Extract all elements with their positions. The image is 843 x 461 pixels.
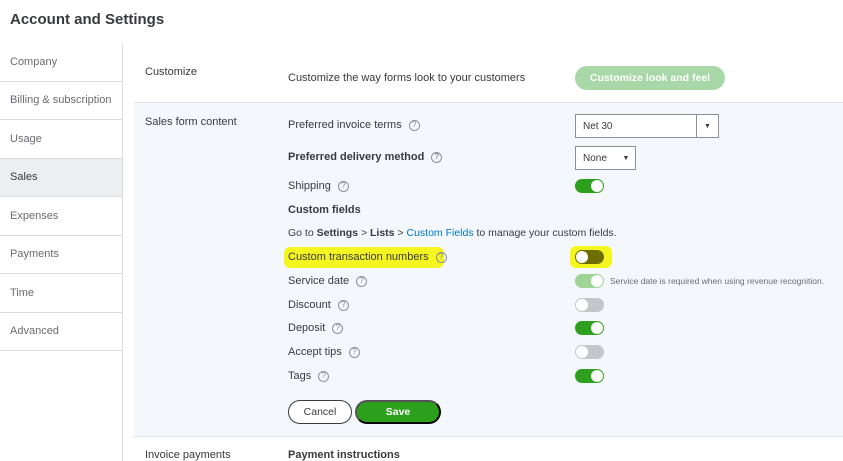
accept-tips-toggle[interactable] (575, 345, 604, 359)
custom-fields-heading: Custom fields (288, 204, 361, 216)
custom-fields-separator: > (358, 227, 370, 239)
help-icon[interactable]: ? (435, 251, 447, 263)
service-date-hint: Service date is required when using reve… (610, 276, 825, 286)
preferred-delivery-method-select[interactable]: None ▼ (575, 146, 636, 170)
custom-fields-link[interactable]: Custom Fields (406, 227, 473, 239)
help-icon[interactable]: ? (408, 119, 420, 131)
preferred-delivery-method-label: Preferred delivery method (288, 151, 425, 163)
sidebar-item-usage[interactable]: Usage (0, 120, 122, 159)
invoice-payments-section[interactable]: Invoice payments Payment instructions (134, 437, 843, 461)
help-icon[interactable]: ? (332, 322, 344, 334)
preferred-invoice-terms-value: Net 30 (583, 120, 613, 132)
deposit-label: Deposit (288, 322, 326, 334)
custom-fields-instructions: Go to Settings > Lists > Custom Fields t… (288, 227, 617, 239)
help-icon[interactable]: ? (337, 180, 349, 192)
preferred-delivery-method-value: None (583, 152, 607, 164)
cancel-button[interactable]: Cancel (288, 400, 352, 424)
toggle-knob (576, 299, 588, 311)
accept-tips-row: Accept tips ? (288, 346, 360, 358)
chevron-down-icon[interactable]: ▼ (617, 147, 635, 169)
custom-fields-text-prefix: Go to (288, 227, 317, 239)
custom-fields-separator: > (394, 227, 407, 239)
sidebar-item-company[interactable]: Company (0, 43, 122, 82)
custom-fields-text-suffix: to manage your custom fields. (473, 227, 617, 239)
custom-transaction-numbers-row: Custom transaction numbers ? (288, 251, 447, 263)
preferred-invoice-terms-row: Preferred invoice terms ? (288, 119, 420, 131)
deposit-toggle[interactable] (575, 321, 604, 335)
sidebar-item-time[interactable]: Time (0, 274, 122, 313)
discount-row: Discount ? (288, 299, 349, 311)
preferred-invoice-terms-label: Preferred invoice terms (288, 119, 402, 131)
payment-instructions-label: Payment instructions (288, 449, 400, 461)
help-icon[interactable]: ? (431, 151, 443, 163)
customize-description: Customize the way forms look to your cus… (288, 72, 526, 84)
tags-label: Tags (288, 370, 312, 382)
settings-sidebar: Company Billing & subscription Usage Sal… (0, 43, 123, 461)
preferred-delivery-method-row: Preferred delivery method ? (288, 151, 443, 163)
custom-fields-settings-text: Settings (316, 227, 359, 239)
help-icon[interactable]: ? (318, 370, 330, 382)
custom-transaction-numbers-toggle[interactable] (575, 250, 604, 264)
sidebar-item-expenses[interactable]: Expenses (0, 197, 122, 236)
sidebar-item-sales[interactable]: Sales (0, 158, 122, 197)
discount-toggle[interactable] (575, 298, 604, 312)
save-button[interactable]: Save (355, 400, 441, 424)
accept-tips-label: Accept tips (288, 346, 342, 358)
help-icon[interactable]: ? (356, 275, 368, 287)
tags-row: Tags ? (288, 370, 330, 382)
sidebar-item-payments[interactable]: Payments (0, 236, 122, 274)
sales-form-content-section[interactable]: Sales form content Preferred invoice ter… (134, 102, 843, 437)
sidebar-item-advanced[interactable]: Advanced (0, 313, 122, 351)
customize-section: Customize Customize the way forms look t… (134, 50, 843, 102)
customize-look-and-feel-button[interactable]: Customize look and feel (575, 66, 725, 90)
toggle-knob (591, 275, 603, 287)
preferred-invoice-terms-select[interactable]: Net 30 ▼ (575, 114, 719, 138)
toggle-knob (591, 370, 603, 382)
toggle-knob (576, 251, 588, 263)
deposit-row: Deposit ? (288, 322, 344, 334)
service-date-label: Service date (288, 275, 350, 287)
sales-form-content-label: Sales form content (145, 116, 237, 128)
tags-toggle[interactable] (575, 369, 604, 383)
page-title: Account and Settings (10, 11, 165, 28)
shipping-row: Shipping ? (288, 180, 349, 192)
help-icon[interactable]: ? (337, 299, 349, 311)
shipping-label: Shipping (288, 180, 331, 192)
chevron-down-icon[interactable]: ▼ (696, 115, 718, 137)
custom-fields-lists-text: Lists (370, 227, 395, 239)
customize-section-label: Customize (145, 66, 197, 78)
toggle-knob (591, 322, 603, 334)
service-date-row: Service date ? (288, 275, 368, 287)
help-icon[interactable]: ? (348, 346, 360, 358)
service-date-toggle[interactable] (575, 274, 604, 288)
shipping-toggle[interactable] (575, 179, 604, 193)
toggle-knob (591, 180, 603, 192)
invoice-payments-label: Invoice payments (145, 449, 231, 461)
discount-label: Discount (288, 299, 331, 311)
sidebar-item-billing[interactable]: Billing & subscription (0, 82, 122, 120)
toggle-knob (576, 346, 588, 358)
custom-transaction-numbers-label: Custom transaction numbers (288, 251, 429, 263)
